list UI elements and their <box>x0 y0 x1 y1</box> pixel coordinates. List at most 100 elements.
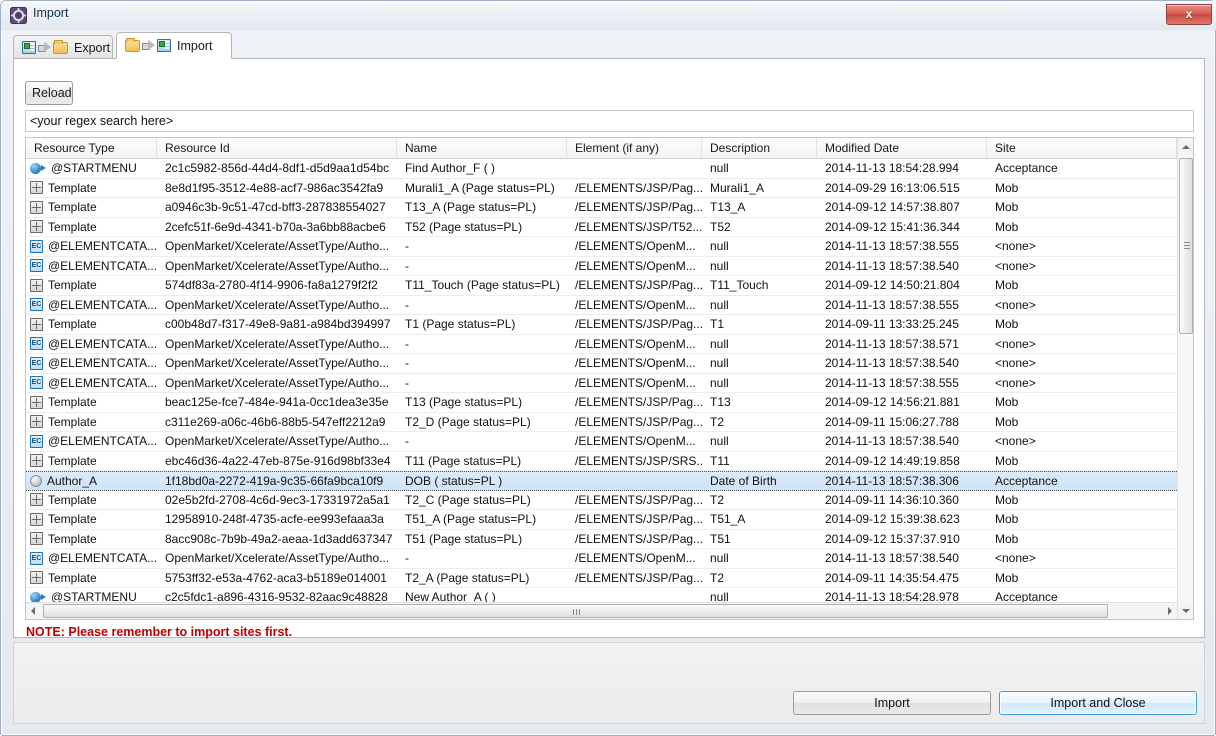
cell-description: null <box>710 336 729 351</box>
cell-element: /ELEMENTS/OpenM... <box>575 297 696 312</box>
cell-id: ebc46d36-4a22-47eb-875e-916d98bf33e4 <box>165 453 391 468</box>
cell-type: Template <box>26 491 157 510</box>
elementcatalog-icon: EC <box>30 356 43 370</box>
tab-import-label: Import <box>177 38 213 53</box>
cell-type: Template <box>26 393 157 412</box>
vertical-scrollbar[interactable] <box>1177 138 1193 619</box>
cell-site: <none> <box>995 356 1036 371</box>
table-row[interactable]: EC @ELEMENTCATA... OpenMarket/Xcelerate/As… <box>26 295 1177 315</box>
table-row[interactable]: EC @ELEMENTCATA... OpenMarket/Xcelerate/As… <box>26 256 1177 276</box>
column-header-3[interactable]: Element (if any) <box>567 138 702 158</box>
cell-description: null <box>710 551 729 566</box>
cell-description: T11 <box>710 453 730 468</box>
table-row[interactable]: Template 8acc908c-7b9b-49a2-aeaa-1d3add63… <box>26 529 1177 549</box>
cell-type: Template <box>26 198 157 217</box>
cell-modified: 2014-09-12 15:41:36.344 <box>825 219 960 234</box>
table-row[interactable]: Template ebc46d36-4a22-47eb-875e-916d98bf… <box>26 451 1177 471</box>
cell-site: Mob <box>995 395 1019 410</box>
cell-modified: 2014-09-29 16:13:06.515 <box>825 180 960 195</box>
table-row[interactable]: Template 5753ff32-e53a-4762-aca3-b5189e01… <box>26 568 1177 588</box>
table-row[interactable]: EC @ELEMENTCATA... OpenMarket/Xcelerate/As… <box>26 354 1177 374</box>
table-row[interactable]: Template c00b48d7-f317-49e8-9a81-a984bd39… <box>26 315 1177 335</box>
cell-name: T51_A (Page status=PL) <box>405 512 537 527</box>
reload-button[interactable]: Reload <box>25 81 73 105</box>
cell-name: T2_A (Page status=PL) <box>405 570 530 585</box>
cell-name: T11 (Page status=PL) <box>405 453 522 468</box>
table-row[interactable]: Template 574df83a-2780-4f14-9906-fa8a1279… <box>26 276 1177 296</box>
cell-element: /ELEMENTS/JSP/SRS... <box>575 453 702 468</box>
horizontal-scrollbar-thumb[interactable] <box>43 604 1108 618</box>
table-row[interactable]: Template 8e8d1f95-3512-4e88-acf7-986ac354… <box>26 178 1177 198</box>
table-row[interactable]: Template c311e269-a06c-46b6-88b5-547eff22… <box>26 412 1177 432</box>
cell-site: Mob <box>995 219 1019 234</box>
import-and-close-button[interactable]: Import and Close <box>999 691 1197 715</box>
cell-element: /ELEMENTS/OpenM... <box>575 375 696 390</box>
cell-element: /ELEMENTS/JSP/Pag... <box>575 531 702 546</box>
scroll-up-button[interactable] <box>1178 138 1193 155</box>
search-input[interactable] <box>25 110 1194 132</box>
table-row[interactable]: Author_A 1f18bd0a-2272-419a-9c35-66fa9bca… <box>26 471 1177 491</box>
template-icon <box>30 278 43 292</box>
tab-import[interactable]: Import <box>116 32 232 59</box>
cell-type-label: Template <box>48 395 97 410</box>
app-gear-icon <box>10 7 27 24</box>
table-row[interactable]: EC @ELEMENTCATA... OpenMarket/Xcelerate/As… <box>26 373 1177 393</box>
cell-id: OpenMarket/Xcelerate/AssetType/Autho... <box>165 356 390 371</box>
cell-type-label: @ELEMENTCATA... <box>48 356 157 371</box>
column-header-1[interactable]: Resource Id <box>157 138 397 158</box>
cell-site: <none> <box>995 258 1036 273</box>
cell-id: 574df83a-2780-4f14-9906-fa8a1279f2f2 <box>165 278 378 293</box>
cell-modified: 2014-11-13 18:57:38.306 <box>825 473 959 488</box>
table-row[interactable]: EC @ELEMENTCATA... OpenMarket/Xcelerate/As… <box>26 432 1177 452</box>
template-icon <box>30 512 43 526</box>
cell-element: /ELEMENTS/JSP/Pag... <box>575 278 702 293</box>
cell-type: @STARTMENU <box>26 159 157 178</box>
cell-type: Template <box>26 315 157 334</box>
scroll-down-button[interactable] <box>1178 602 1193 619</box>
table-row[interactable]: EC @ELEMENTCATA... OpenMarket/Xcelerate/As… <box>26 237 1177 257</box>
cell-id: OpenMarket/Xcelerate/AssetType/Autho... <box>165 239 390 254</box>
import-dialog-window: Import x Export Import Reload Resource T… <box>0 0 1216 736</box>
close-icon: x <box>1185 7 1193 21</box>
footer-bar: Import Import and Close <box>13 642 1205 724</box>
cell-type: EC @ELEMENTCATA... <box>26 257 157 276</box>
column-header-4[interactable]: Description <box>702 138 817 158</box>
column-header-5[interactable]: Modified Date <box>817 138 987 158</box>
import-button[interactable]: Import <box>793 691 991 715</box>
elementcatalog-icon: EC <box>30 376 43 390</box>
table-row[interactable]: Template 02e5b2fd-2708-4c6d-9ec3-17331972… <box>26 490 1177 510</box>
column-header-6[interactable]: Site <box>987 138 1177 158</box>
table-row[interactable]: Template a0946c3b-9c51-47cd-bff3-28783855… <box>26 198 1177 218</box>
scroll-left-button[interactable] <box>26 603 42 619</box>
table-row[interactable]: Template beac125e-fce7-484e-941a-0cc1dea3… <box>26 393 1177 413</box>
horizontal-scrollbar[interactable] <box>26 602 1177 619</box>
cell-modified: 2014-09-12 14:49:19.858 <box>825 453 960 468</box>
table-row[interactable]: @STARTMENU 2c1c5982-856d-44d4-8df1-d5d9aa… <box>26 159 1177 179</box>
table-row[interactable]: Template 2cefc51f-6e9d-4341-b70a-3a6bb88a… <box>26 217 1177 237</box>
table-row[interactable]: Template 12958910-248f-4735-acfe-ee993efa… <box>26 510 1177 530</box>
elementcatalog-icon: EC <box>30 259 43 273</box>
cell-name: - <box>405 239 409 254</box>
template-icon <box>30 220 43 234</box>
cell-modified: 2014-09-12 15:37:37.910 <box>825 531 960 546</box>
scroll-right-button[interactable] <box>1161 603 1177 619</box>
tab-export[interactable]: Export <box>13 35 113 59</box>
template-icon <box>30 493 43 507</box>
cell-modified: 2014-11-13 18:54:28.994 <box>825 161 959 176</box>
close-button[interactable]: x <box>1166 4 1212 25</box>
cell-element: /ELEMENTS/JSP/Pag... <box>575 317 702 332</box>
cell-description: T51 <box>710 531 731 546</box>
column-header-2[interactable]: Name <box>397 138 567 158</box>
vertical-scrollbar-thumb[interactable] <box>1179 158 1193 334</box>
cell-type: EC @ELEMENTCATA... <box>26 237 157 256</box>
cell-description: Date of Birth <box>710 473 777 488</box>
table-row[interactable]: EC @ELEMENTCATA... OpenMarket/Xcelerate/As… <box>26 549 1177 569</box>
cell-modified: 2014-09-11 15:06:27.788 <box>825 414 959 429</box>
cell-modified: 2014-09-11 14:35:54.475 <box>825 570 959 585</box>
cell-modified: 2014-09-12 15:39:38.623 <box>825 512 960 527</box>
cell-description: T13 <box>710 395 731 410</box>
column-header-0[interactable]: Resource Type <box>26 138 157 158</box>
table-row[interactable]: EC @ELEMENTCATA... OpenMarket/Xcelerate/As… <box>26 334 1177 354</box>
cell-type-label: Template <box>48 200 97 215</box>
cell-type-label: Template <box>48 531 97 546</box>
